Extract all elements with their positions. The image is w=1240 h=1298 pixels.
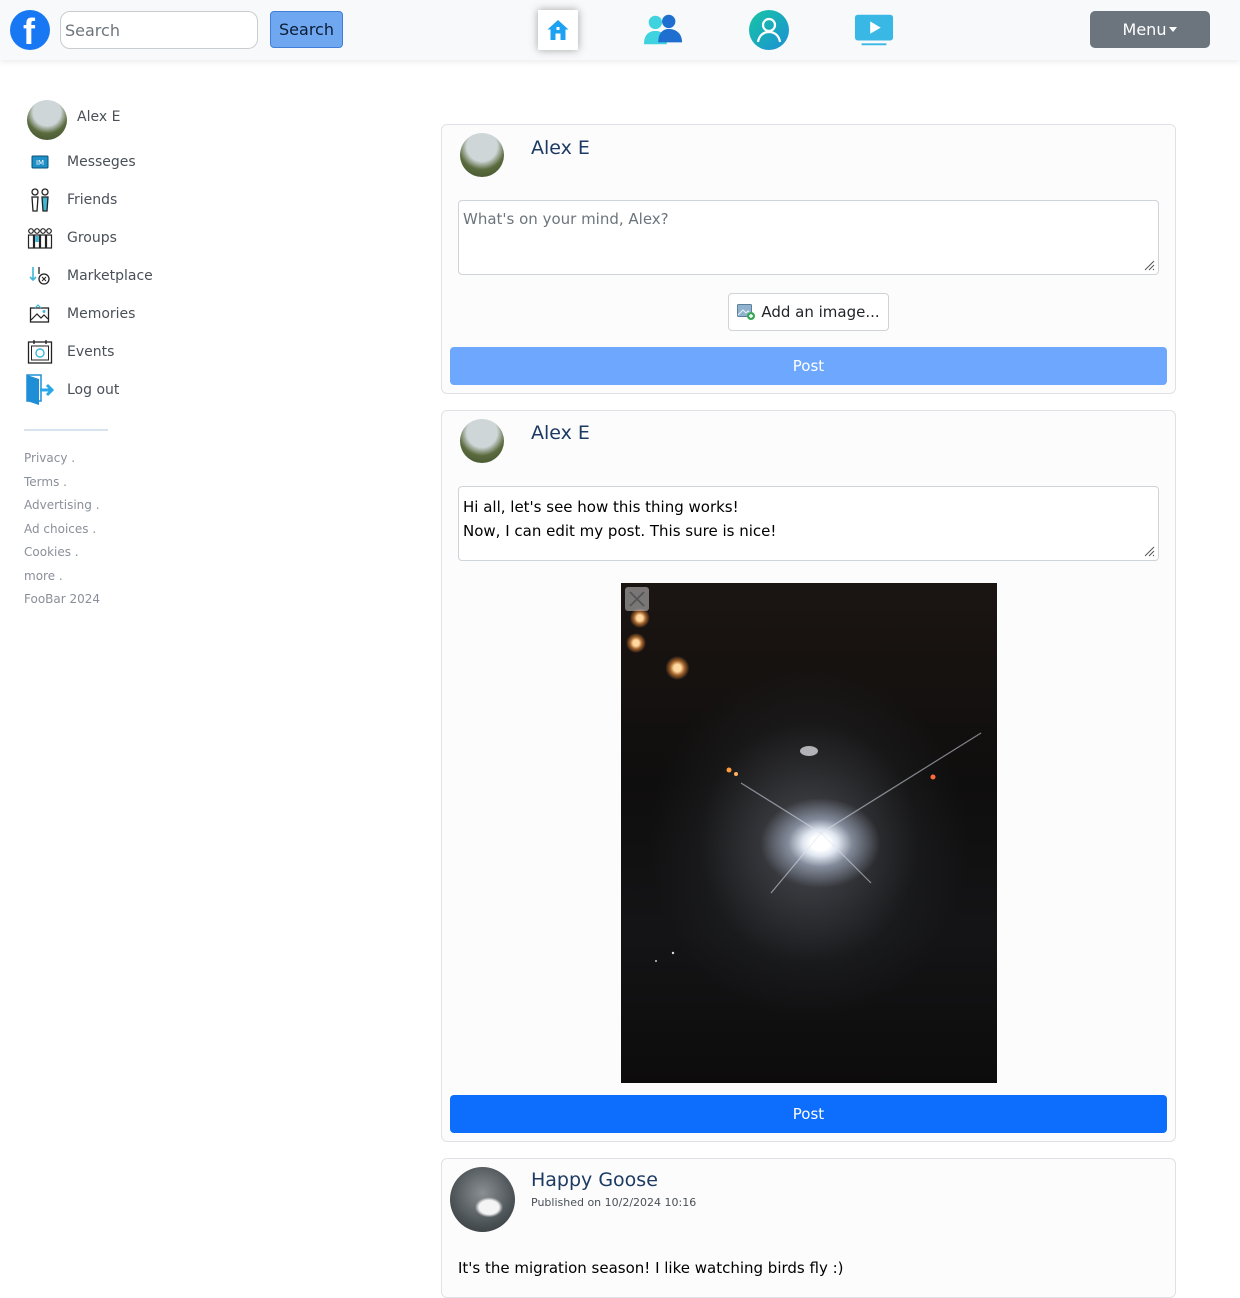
sidebar-item-label: Events [67, 344, 115, 360]
post-text-line: Hi all, let's see how this thing works! [463, 498, 739, 516]
nav-watch-button[interactable] [854, 10, 894, 50]
groups-icon [22, 223, 58, 253]
sidebar-item-label: Memories [67, 306, 136, 322]
sidebar-item-events[interactable]: Events [24, 337, 224, 367]
post-button[interactable]: Post [450, 1095, 1167, 1133]
sidebar-item-label: Log out [67, 382, 120, 398]
post-image [621, 583, 997, 1083]
avatar [460, 133, 504, 177]
sidebar-item-friends[interactable]: Friends [24, 185, 224, 215]
home-icon [547, 20, 569, 40]
sidebar-divider [24, 429, 108, 431]
profile-icon [749, 10, 789, 50]
edit-post-textarea[interactable]: Hi all, let's see how this thing works! … [458, 486, 1159, 561]
sidebar-item-memories[interactable]: Memories [24, 299, 224, 329]
footer-link-ad-choices[interactable]: Ad choices . [24, 522, 96, 536]
footer-link-more[interactable]: more . [24, 569, 63, 583]
sidebar-item-marketplace[interactable]: Marketplace [24, 261, 224, 291]
post-text-line: Now, I can edit my post. This sure is ni… [463, 522, 777, 540]
friends-icon [643, 14, 683, 45]
footer-link-privacy[interactable]: Privacy . [24, 451, 75, 465]
sidebar-item-messages[interactable]: IM Messeges [24, 147, 224, 177]
sidebar-user-name: Alex E [77, 109, 121, 125]
edit-post-card: Alex E Hi all, let's see how this thing … [441, 410, 1176, 1142]
memories-icon [22, 299, 58, 329]
add-image-icon [737, 304, 756, 320]
add-image-label: Add an image... [761, 303, 880, 321]
post-button[interactable]: Post [450, 347, 1167, 385]
sidebar-item-label: Groups [67, 230, 117, 246]
sidebar-profile-link[interactable]: Alex E [27, 100, 120, 140]
nav-home-button[interactable] [538, 10, 578, 50]
post-author-name[interactable]: Alex E [531, 137, 590, 159]
search-button[interactable]: Search [270, 11, 343, 48]
remove-image-button[interactable] [625, 587, 649, 611]
menu-label: Menu [1122, 20, 1167, 39]
published-date: Published on 10/2/2024 10:16 [531, 1196, 697, 1209]
footer-link-advertising[interactable]: Advertising . [24, 498, 100, 512]
friends-icon [22, 185, 58, 215]
textarea-placeholder: What's on your mind, Alex? [463, 210, 669, 228]
svg-text:IM: IM [36, 159, 44, 167]
add-image-button[interactable]: Add an image... [728, 293, 889, 331]
top-navbar: f Search Menu [0, 0, 1240, 60]
footer-link-cookies[interactable]: Cookies . [24, 545, 79, 559]
footer-link-terms[interactable]: Terms . [24, 475, 67, 489]
watch-icon [854, 14, 894, 46]
events-icon [22, 337, 58, 367]
menu-dropdown-button[interactable]: Menu [1090, 11, 1210, 48]
close-icon [629, 591, 645, 607]
new-post-card: Alex E What's on your mind, Alex? Add an… [441, 124, 1176, 394]
sidebar-item-label: Marketplace [67, 268, 153, 284]
sidebar-item-groups[interactable]: Groups [24, 223, 224, 253]
sidebar-item-label: Friends [67, 192, 118, 208]
nav-profile-button[interactable] [749, 10, 789, 50]
sidebar-item-label: Messeges [67, 154, 136, 170]
sidebar-item-logout[interactable]: Log out [22, 374, 224, 405]
post-author-name[interactable]: Happy Goose [531, 1169, 658, 1191]
nav-friends-button[interactable] [643, 10, 683, 50]
avatar [460, 419, 504, 463]
copyright-text: FooBar 2024 [24, 592, 101, 606]
new-post-textarea[interactable]: What's on your mind, Alex? [458, 200, 1159, 275]
avatar [27, 100, 67, 140]
logout-icon [22, 374, 58, 405]
caret-down-icon [1169, 27, 1178, 32]
post-text: It's the migration season! I like watchi… [458, 1259, 844, 1277]
image-detail [655, 732, 982, 962]
messages-icon: IM [22, 147, 58, 177]
avatar [450, 1167, 515, 1232]
resize-grip-icon [1144, 546, 1155, 557]
feed-post-card: Happy Goose Published on 10/2/2024 10:16… [441, 1158, 1176, 1298]
post-author-name[interactable]: Alex E [531, 422, 590, 444]
resize-grip-icon [1144, 260, 1155, 271]
marketplace-icon [22, 261, 58, 291]
facebook-logo[interactable]: f [10, 10, 50, 52]
search-input[interactable] [60, 11, 258, 49]
